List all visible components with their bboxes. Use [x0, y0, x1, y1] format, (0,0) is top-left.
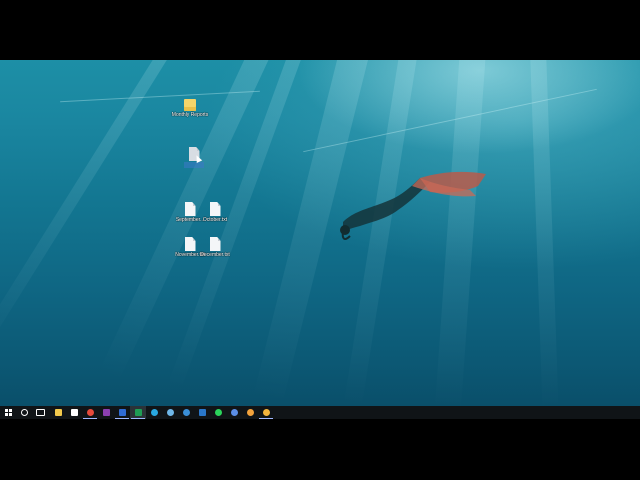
text-file-icon — [184, 202, 196, 216]
chrome-button[interactable] — [82, 406, 98, 419]
desktop-icon-label: October.txt — [202, 217, 228, 223]
sun-icon — [262, 409, 270, 416]
taskbar — [0, 406, 640, 419]
sun-icon — [246, 409, 254, 416]
task-view-button[interactable] — [32, 406, 48, 419]
diver-image — [340, 171, 486, 240]
store-button[interactable] — [66, 406, 82, 419]
word-icon — [118, 409, 126, 416]
start-button[interactable] — [0, 406, 16, 419]
outlook-icon — [198, 409, 206, 416]
desktop-icon-label: Monthly Reports — [171, 112, 209, 118]
letterbox-bottom — [0, 419, 640, 480]
desktop-icon-label — [184, 162, 204, 168]
app-button-1[interactable] — [242, 406, 258, 419]
chrome-icon — [86, 409, 94, 416]
skype-button[interactable] — [146, 406, 162, 419]
excel-icon — [134, 409, 142, 416]
gear-icon — [230, 409, 238, 416]
ie-icon — [182, 409, 190, 416]
text-file-icon — [184, 237, 196, 251]
desktop[interactable]: Monthly Reports September... October.txt… — [0, 60, 640, 406]
internet-explorer-button[interactable] — [178, 406, 194, 419]
outlook-button[interactable] — [194, 406, 210, 419]
folder-icon — [54, 409, 62, 416]
folder-icon — [184, 99, 196, 111]
search-icon — [20, 409, 28, 416]
file-explorer-button[interactable] — [50, 406, 66, 419]
desktop-icon-label: December.txt — [200, 252, 230, 258]
desktop-icon-file[interactable]: December.txt — [195, 237, 235, 258]
spotify-icon — [214, 409, 222, 416]
text-file-icon — [209, 237, 221, 251]
shopping-bag-icon — [70, 409, 78, 416]
excel-button[interactable] — [130, 406, 146, 419]
windows-logo-icon — [4, 409, 12, 416]
desktop-icon-file[interactable]: October.txt — [195, 202, 235, 223]
word-button[interactable] — [114, 406, 130, 419]
onenote-icon — [102, 409, 110, 416]
text-file-icon — [209, 202, 221, 216]
paint-icon — [166, 409, 174, 416]
task-view-icon — [35, 409, 45, 416]
desktop-icon-folder[interactable]: Monthly Reports — [170, 99, 210, 118]
paint-button[interactable] — [162, 406, 178, 419]
spotify-button[interactable] — [210, 406, 226, 419]
search-button[interactable] — [16, 406, 32, 419]
settings-button[interactable] — [226, 406, 242, 419]
onenote-button[interactable] — [98, 406, 114, 419]
skype-icon — [150, 409, 158, 416]
app-button-2[interactable] — [258, 406, 274, 419]
letterbox-top — [0, 0, 640, 60]
